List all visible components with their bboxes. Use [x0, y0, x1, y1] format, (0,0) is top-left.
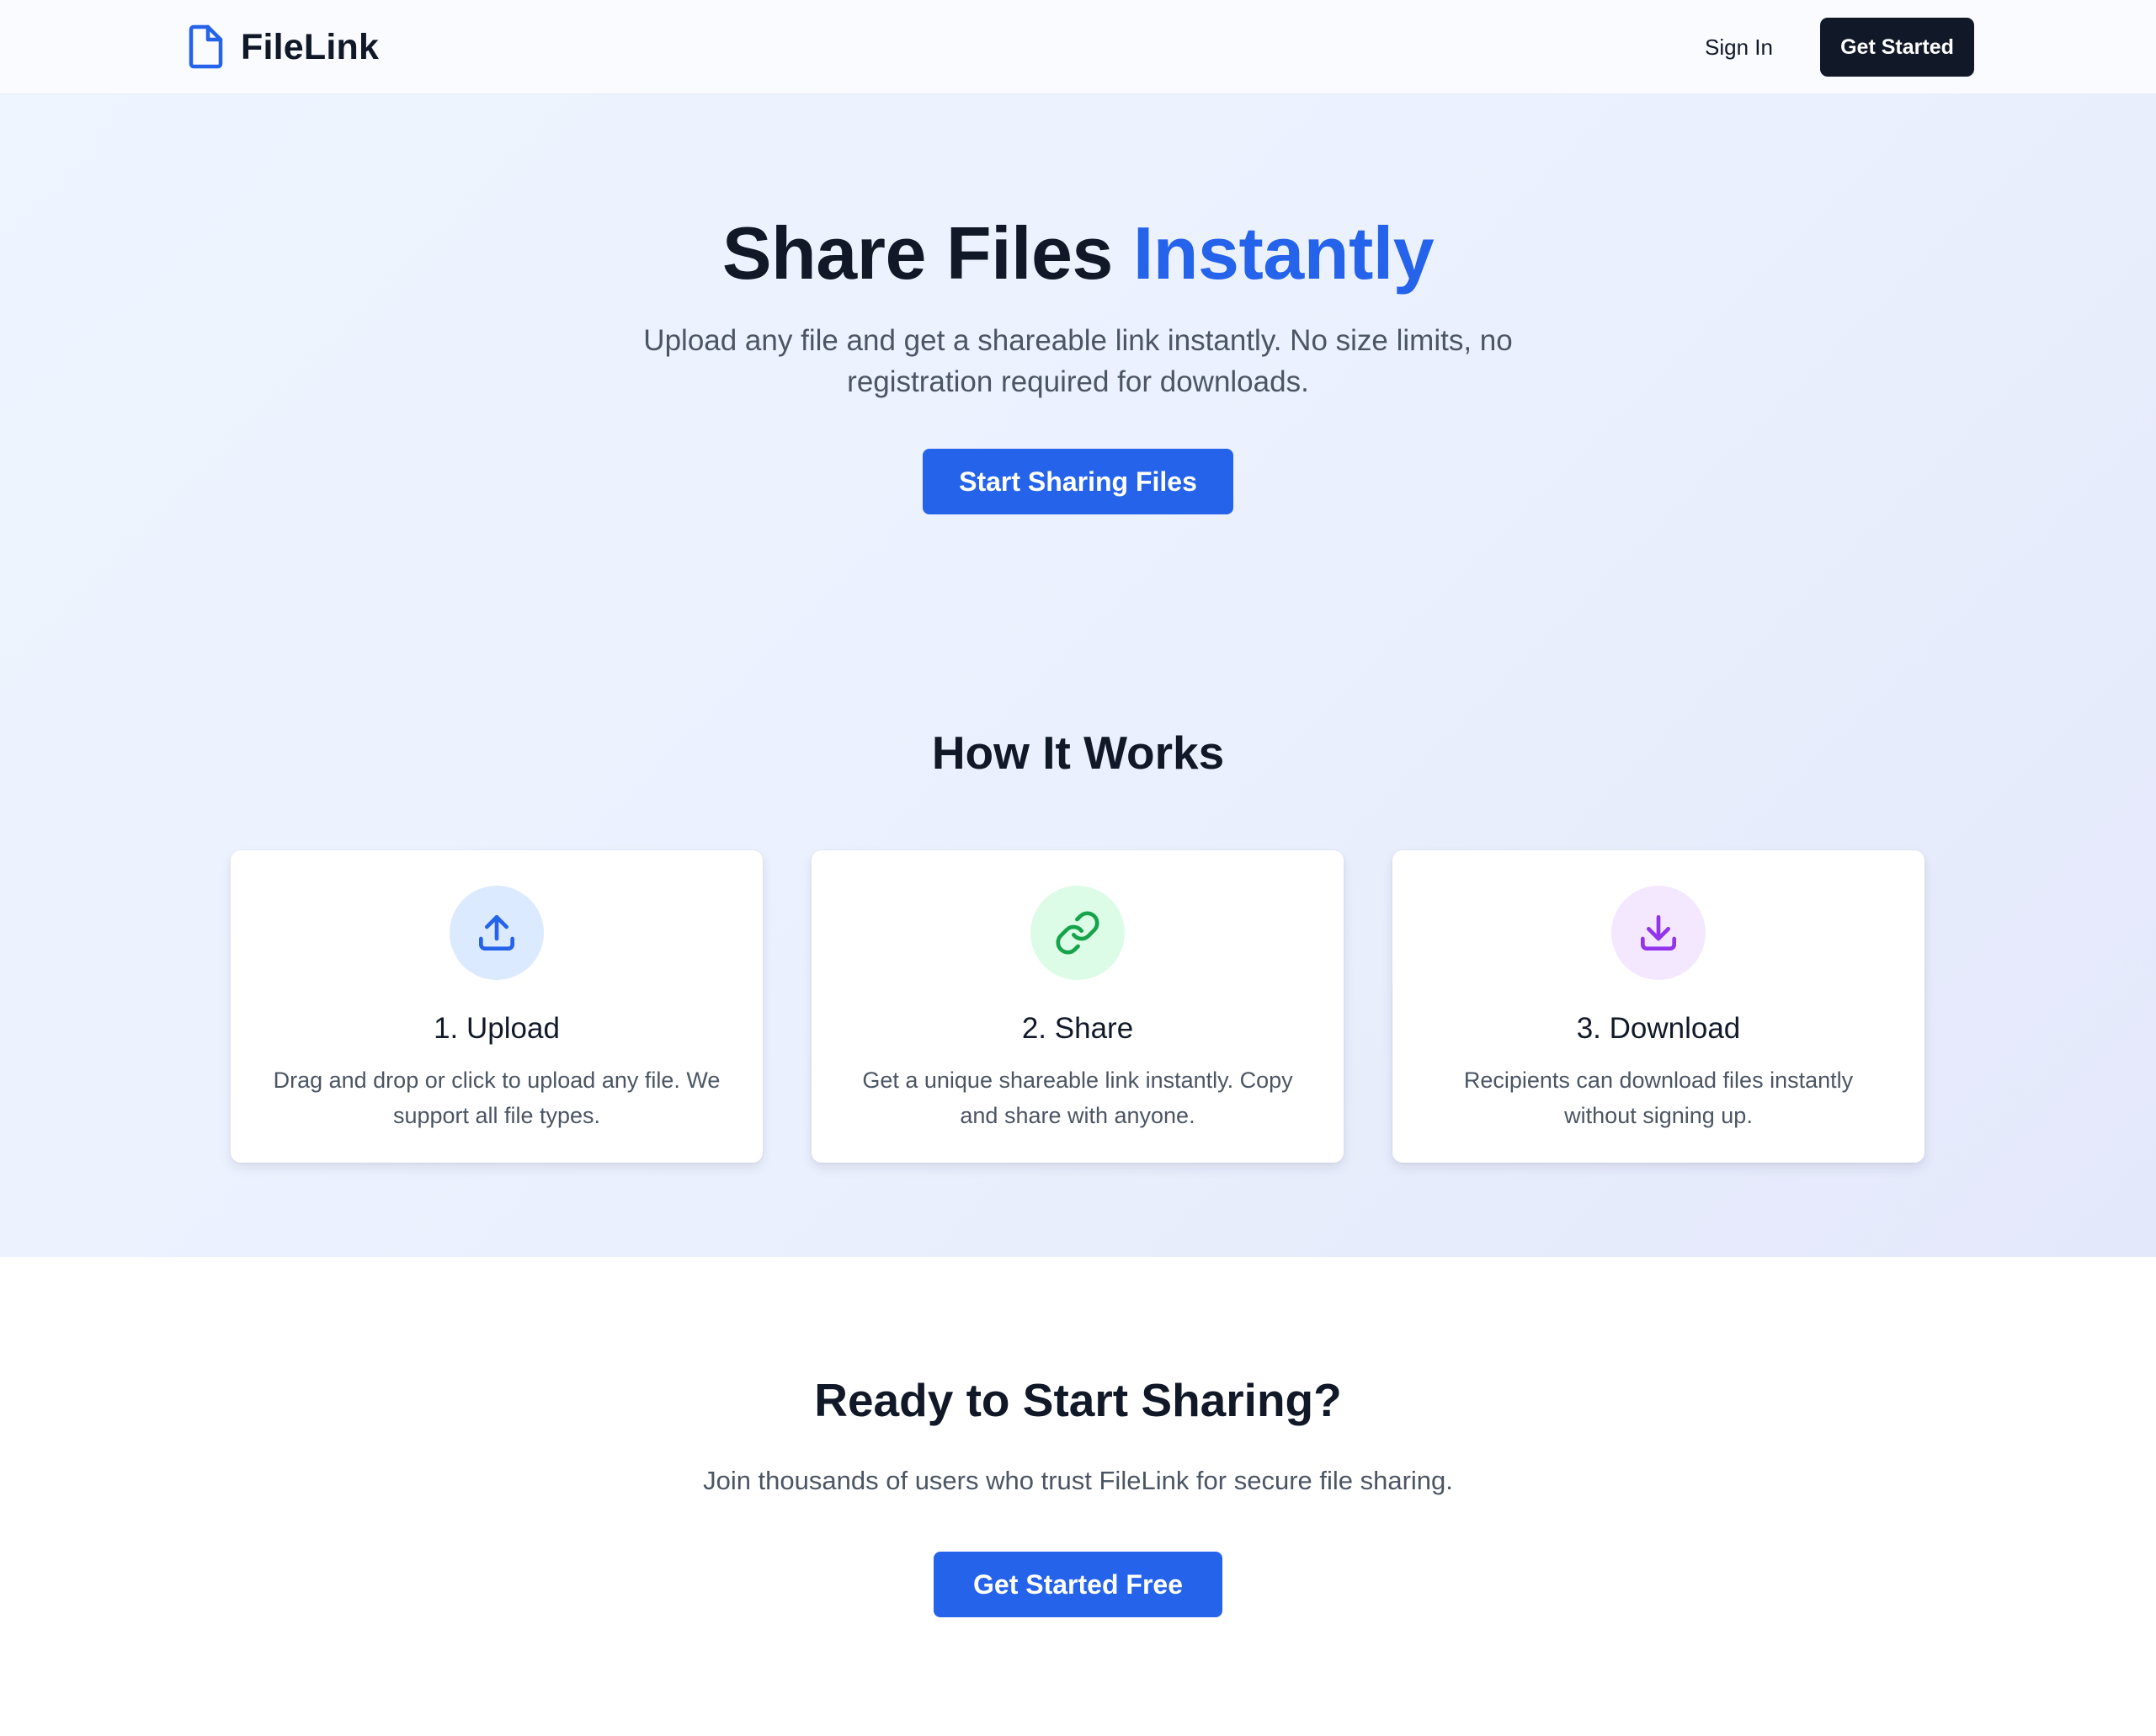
step-title: 2. Share: [1021, 1012, 1134, 1045]
step-title: 3. Download: [1576, 1012, 1741, 1045]
hero-title-accent: Instantly: [1132, 211, 1435, 295]
hero-title-main: Share Files: [721, 211, 1133, 295]
step-description: Drag and drop or click to upload any fil…: [273, 1068, 721, 1128]
get-started-free-button[interactable]: Get Started Free: [934, 1552, 1222, 1617]
top-navbar: FileLink Sign In Get Started: [0, 0, 2156, 94]
header-nav: Sign In Get Started: [1705, 17, 1974, 77]
brand-name: FileLink: [241, 26, 380, 67]
hero-section: Share Files Instantly Upload any file an…: [0, 94, 2156, 1257]
step-card-share: 2. Share Get a unique shareable link ins…: [812, 850, 1344, 1163]
link-icon-circle: [1030, 886, 1125, 980]
sign-in-link[interactable]: Sign In: [1705, 35, 1773, 61]
file-icon: [189, 24, 223, 69]
step-card-download: 3. Download Recipients can download file…: [1392, 850, 1924, 1163]
start-sharing-button[interactable]: Start Sharing Files: [923, 449, 1233, 514]
step-card-upload: 1. Upload Drag and drop or click to uplo…: [231, 850, 763, 1163]
step-description: Recipients can download files instantly …: [1463, 1068, 1854, 1128]
download-icon-circle: [1611, 886, 1706, 980]
hero-title: Share Files Instantly: [0, 210, 2156, 296]
step-description: Get a unique shareable link instantly. C…: [862, 1068, 1293, 1128]
upload-icon-circle: [450, 886, 544, 980]
cta-subtitle: Join thousands of users who trust FileLi…: [703, 1466, 1453, 1495]
get-started-button[interactable]: Get Started: [1820, 18, 1974, 77]
hero-subtitle: Upload any file and get a shareable link…: [643, 324, 1513, 398]
how-it-works-title: How It Works: [931, 727, 1225, 779]
cta-title: Ready to Start Sharing?: [814, 1374, 1342, 1426]
brand-logo[interactable]: FileLink: [187, 24, 379, 71]
step-title: 1. Upload: [434, 1012, 560, 1045]
upload-icon: [479, 915, 514, 951]
download-icon: [1641, 915, 1676, 951]
link-icon: [1056, 911, 1099, 955]
